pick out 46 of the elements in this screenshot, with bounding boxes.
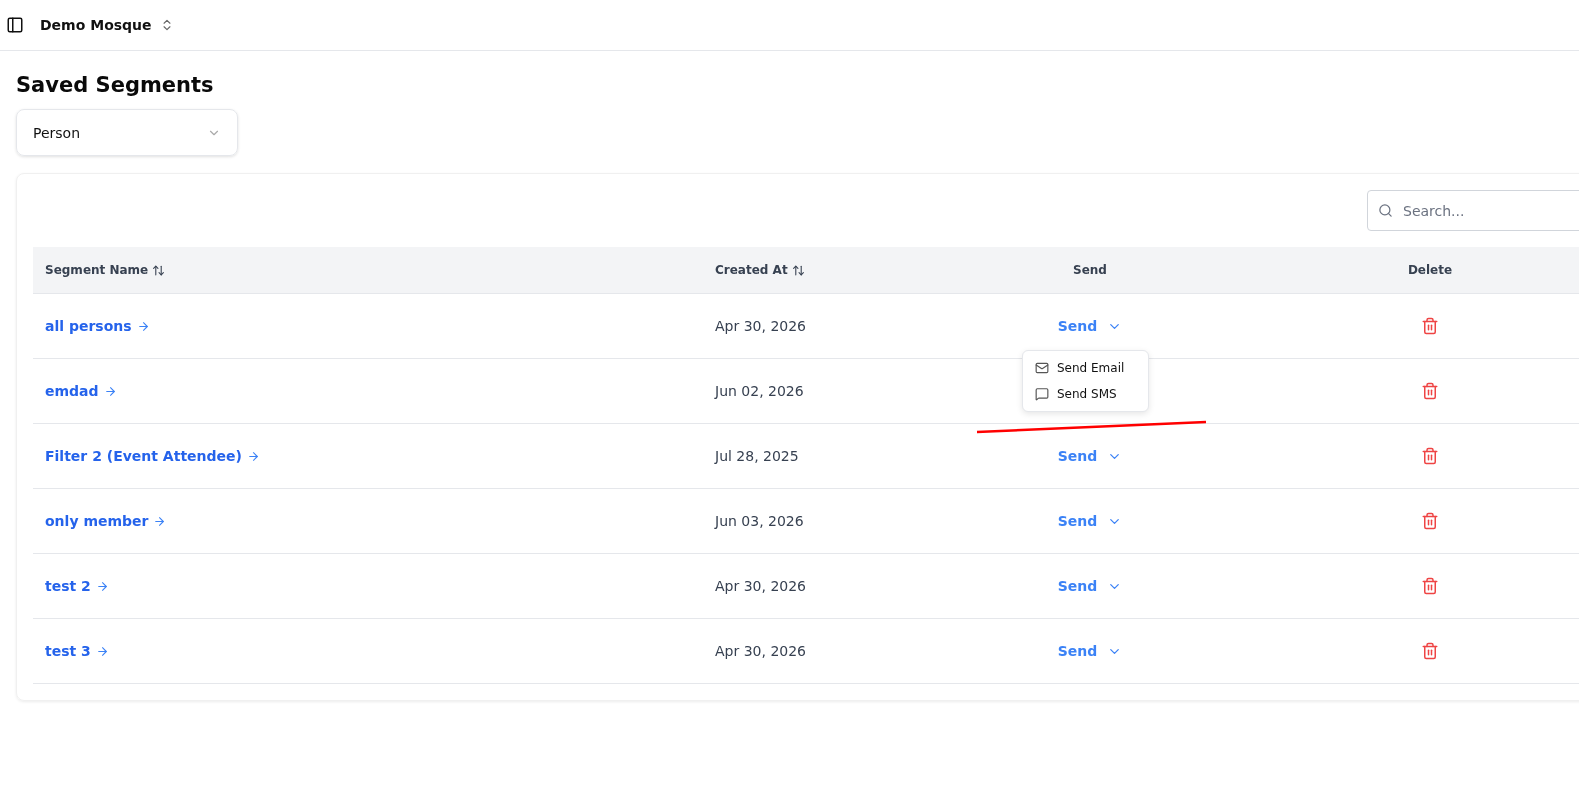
arrow-right-icon [153,514,167,528]
date-cell-text: Jul 28, 2025 [713,448,799,464]
trash-icon [1421,642,1439,660]
trash-icon [1421,512,1439,530]
send-dropdown-button[interactable]: Send [1051,441,1129,471]
date-cell-text: Apr 30, 2026 [714,578,806,594]
chat-bubble-icon [1035,387,1049,401]
date-cell-text: Jun 03, 2026 [713,513,804,529]
segment-link[interactable]: test 3 [45,643,109,659]
menu-item[interactable]: Send Email [1027,355,1144,381]
column-header: Send [1073,263,1107,277]
trash-icon [1421,577,1439,595]
column-header: Delete [1407,263,1453,277]
date-cell-text: Apr 30, 2026 [714,318,806,334]
menu-item[interactable]: Send SMS [1027,381,1144,407]
search-icon [1378,203,1393,218]
segment-link[interactable]: emdad [45,383,117,399]
sort-icon[interactable] [152,263,166,277]
arrow-right-icon [95,579,109,593]
send-dropdown-button[interactable]: Send [1051,506,1129,536]
segment-link[interactable]: Filter 2 (Event Attendee) [45,448,260,464]
send-dropdown-button[interactable]: Send [1051,311,1129,341]
trash-icon [1421,317,1439,335]
arrow-right-icon [136,319,150,333]
send-dropdown-button[interactable]: Send [1051,571,1129,601]
sort-icon[interactable] [791,263,805,277]
send-dropdown-button[interactable]: Send [1051,636,1129,666]
search-field[interactable]: Search... [1367,190,1579,231]
arrow-right-icon [246,449,260,463]
mail-icon [1035,361,1049,375]
column-header[interactable]: Segment Name [45,263,149,277]
segment-link[interactable]: test 2 [45,578,109,594]
trash-icon [1421,447,1439,465]
segment-link[interactable]: all persons [45,318,150,334]
type-select[interactable]: Person [16,109,238,156]
arrow-right-icon [95,644,109,658]
trash-icon [1421,382,1439,400]
date-cell-text: Jun 02, 2026 [713,383,804,399]
workspace-name[interactable]: Demo Mosque [40,17,152,33]
column-header[interactable]: Created At [715,263,788,277]
date-cell-text: Apr 30, 2026 [714,643,806,659]
page-title: Saved Segments [16,73,215,97]
sidebar-toggle-icon[interactable] [6,16,24,34]
search-input[interactable]: Search... [1401,201,1579,220]
segment-link[interactable]: only member [45,513,167,529]
arrow-right-icon [103,384,117,398]
